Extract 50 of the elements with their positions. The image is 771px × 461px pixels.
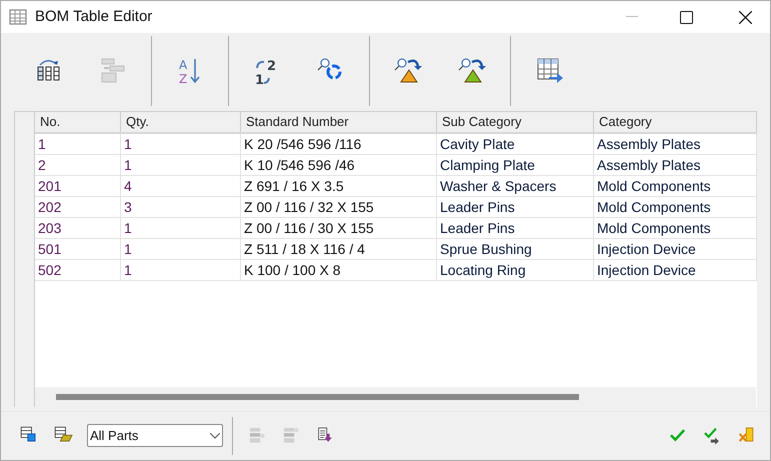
table-cell: 2	[35, 155, 121, 175]
column-header[interactable]: Standard Number	[241, 112, 437, 132]
table-cell: Z 00 / 116 / 30 X 155	[241, 218, 437, 238]
table-cell: 4	[121, 176, 241, 196]
table-icon	[9, 9, 27, 25]
horizontal-scrollbar[interactable]	[35, 387, 757, 407]
table-cell: 3	[121, 197, 241, 217]
column-header[interactable]: Qty.	[121, 112, 241, 132]
table-cell: Assembly Plates	[594, 155, 757, 175]
chevron-down-icon	[210, 432, 220, 438]
table-cell: Leader Pins	[437, 197, 594, 217]
table-cell: 501	[35, 239, 121, 259]
table-cell: Leader Pins	[437, 218, 594, 238]
table-cell: 1	[121, 218, 241, 238]
window-title: BOM Table Editor	[35, 6, 152, 27]
table-cell: Z 00 / 116 / 32 X 155	[241, 197, 437, 217]
table-cell: Mold Components	[594, 176, 757, 196]
table-cell: Mold Components	[594, 197, 757, 217]
table-cell: 1	[35, 134, 121, 154]
table-cell: 202	[35, 197, 121, 217]
toolbar-button[interactable]: A Z	[159, 46, 221, 96]
table-cell: Locating Ring	[437, 260, 594, 280]
table-cell: Cavity Plate	[437, 134, 594, 154]
table-cell: Z 511 / 18 X 116 / 4	[241, 239, 437, 259]
table-cell: Injection Device	[594, 239, 757, 259]
column-header[interactable]: Sub Category	[437, 112, 594, 132]
table-cell: 1	[121, 155, 241, 175]
table-cell: Assembly Plates	[594, 134, 757, 154]
table-cell: 1	[121, 239, 241, 259]
maximize-icon[interactable]	[680, 10, 693, 24]
table-cell: Mold Components	[594, 218, 757, 238]
table-cell: Sprue Bushing	[437, 239, 594, 259]
table-cell: K 20 /546 596 /116	[241, 134, 437, 154]
table-cell: Clamping Plate	[437, 155, 594, 175]
table-cell: 203	[35, 218, 121, 238]
table-cell: K 10 /546 596 /46	[241, 155, 437, 175]
table-cell: K 100 / 100 X 8	[241, 260, 437, 280]
toolbar-button[interactable]: 2 1	[236, 46, 298, 96]
table-cell: 1	[121, 260, 241, 280]
column-header[interactable]: Category	[594, 112, 757, 132]
table-cell: Washer & Spacers	[437, 176, 594, 196]
table-cell: 201	[35, 176, 121, 196]
table-cell: Z 691 / 16 X 3.5	[241, 176, 437, 196]
parts-filter-dropdown[interactable]: All Parts	[87, 424, 223, 447]
table-cell: 502	[35, 260, 121, 280]
column-header[interactable]: No.	[35, 112, 121, 132]
table-cell: Injection Device	[594, 260, 757, 280]
table-cell: 1	[121, 134, 241, 154]
close-icon[interactable]	[739, 10, 752, 24]
scrollbar-thumb[interactable]	[56, 394, 579, 400]
